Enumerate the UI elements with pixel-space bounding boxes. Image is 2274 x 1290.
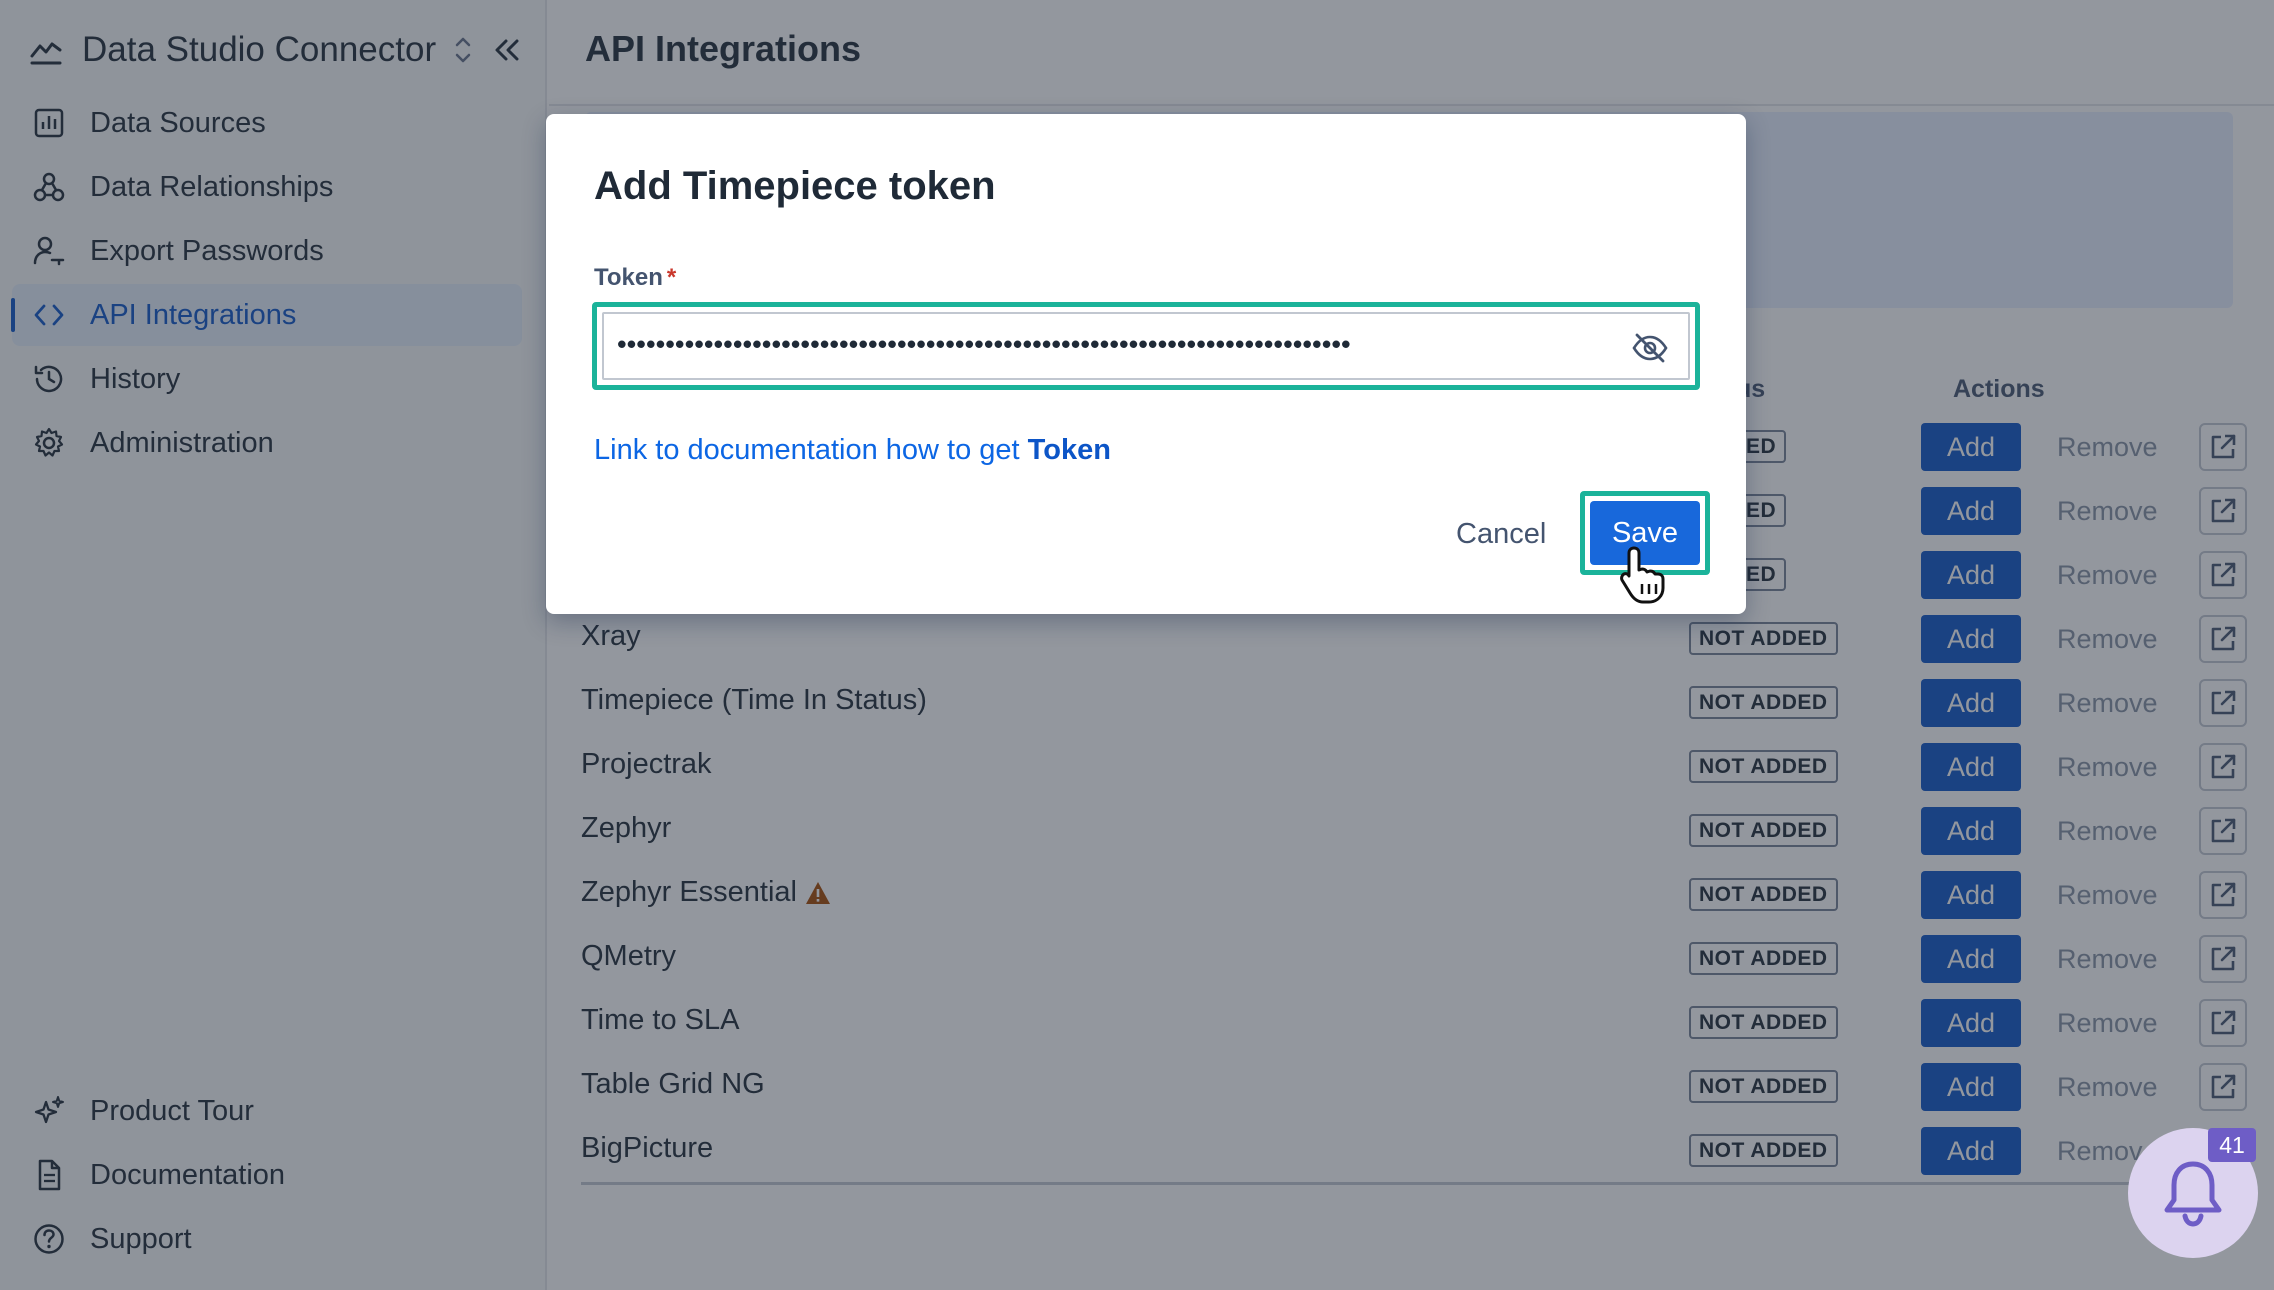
doc-link-text: Link to documentation how to get [594,434,1028,466]
doc-link-bold: Token [1027,434,1111,466]
token-input[interactable] [614,326,1614,366]
token-label-text: Token [594,264,663,291]
cancel-button[interactable]: Cancel [1456,518,1546,551]
dialog-title: Add Timepiece token [594,164,996,208]
notification-count-badge: 41 [2208,1128,2256,1162]
bell-icon [2164,1161,2222,1227]
token-label: Token * [594,264,676,292]
documentation-link[interactable]: Link to documentation how to get Token [594,434,1111,467]
hand-pointer-cursor-icon [1620,546,1665,604]
token-field-focus-ring [592,302,1700,390]
required-mark: * [666,264,677,291]
token-field-box [602,312,1690,380]
eye-off-icon[interactable] [1630,328,1670,368]
add-token-dialog: Add Timepiece token Token* Link to docum… [546,114,1746,614]
